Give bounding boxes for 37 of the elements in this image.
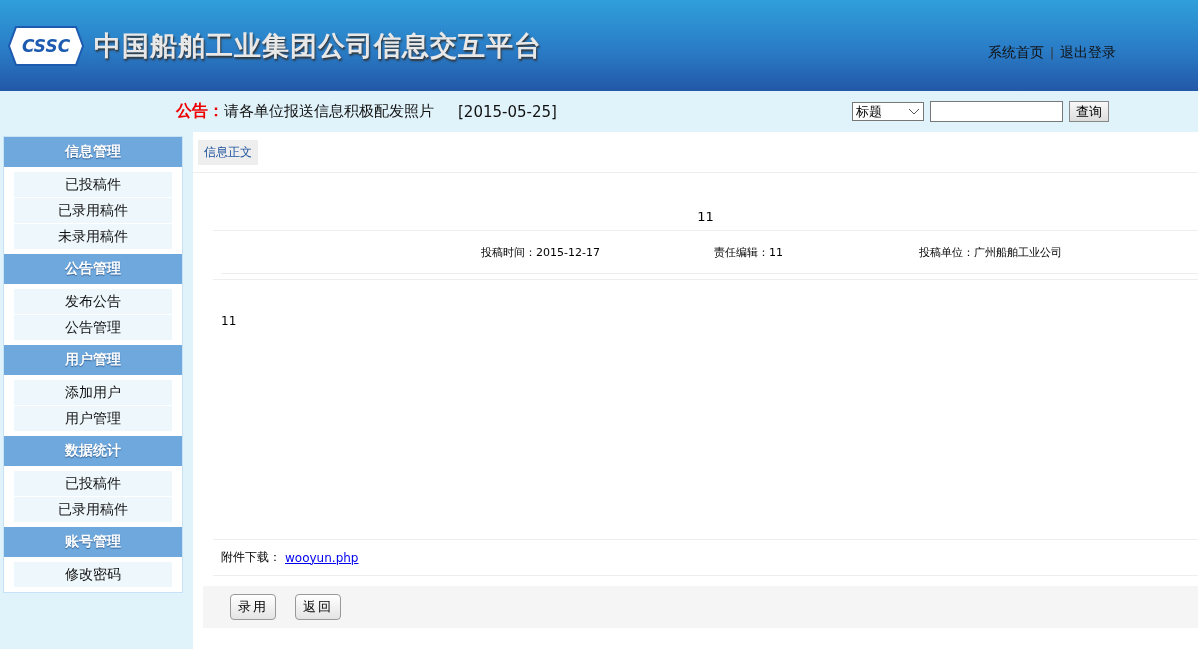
home-link[interactable]: 系统首页 [987, 44, 1044, 62]
notice-text: 请各单位报送信息积极配发照片 [224, 102, 434, 121]
sidebar-item[interactable]: 未录用稿件 [14, 224, 172, 249]
sidebar-item[interactable]: 已投稿件 [14, 471, 172, 496]
notice-date: [2015-05-25] [458, 102, 557, 121]
search-type-dropdown[interactable]: 标题 [852, 102, 924, 121]
sidebar-section-header: 账号管理 [4, 527, 182, 557]
article-meta: 投稿单位：广州船舶工业公司 [918, 244, 1062, 260]
sidebar-section-header: 公告管理 [4, 254, 182, 284]
sidebar-section-header: 数据统计 [4, 436, 182, 466]
sidebar-item[interactable]: 用户管理 [14, 406, 172, 431]
link-separator: | [1049, 46, 1054, 60]
article-meta: 投稿时间：2015-12-17 [481, 244, 600, 260]
sidebar-item[interactable]: 修改密码 [14, 562, 172, 587]
sidebar-item[interactable]: 已录用稿件 [14, 198, 172, 223]
sidebar-section-header: 信息管理 [4, 137, 182, 167]
article-title: 11 [213, 173, 1198, 231]
sidebar-item[interactable]: 已投稿件 [14, 172, 172, 197]
logout-link[interactable]: 退出登录 [1060, 44, 1116, 62]
notice-label: 公告： [176, 101, 224, 122]
article-body: 11 [221, 314, 237, 328]
chevron-down-icon [908, 108, 920, 115]
site-title: 中国船舶工业集团公司信息交互平台 [94, 28, 542, 63]
sidebar-item[interactable]: 添加用户 [14, 380, 172, 405]
attachment-label: 附件下载： [221, 549, 281, 566]
sidebar-item[interactable]: 发布公告 [14, 289, 172, 314]
accept-button[interactable]: 录用 [230, 594, 276, 620]
back-button[interactable]: 返回 [295, 594, 341, 620]
article-meta: 责任编辑：11 [713, 244, 783, 260]
sidebar-item[interactable]: 公告管理 [14, 315, 172, 340]
sidebar-item[interactable]: 已录用稿件 [14, 497, 172, 522]
attachment-link[interactable]: wooyun.php [285, 550, 359, 565]
tab[interactable]: 信息正文 [198, 139, 258, 165]
search-field[interactable] [930, 101, 1063, 122]
logo: CSSC [8, 24, 84, 67]
search-button[interactable]: 查询 [1069, 101, 1109, 122]
sidebar-section-header: 用户管理 [4, 345, 182, 375]
